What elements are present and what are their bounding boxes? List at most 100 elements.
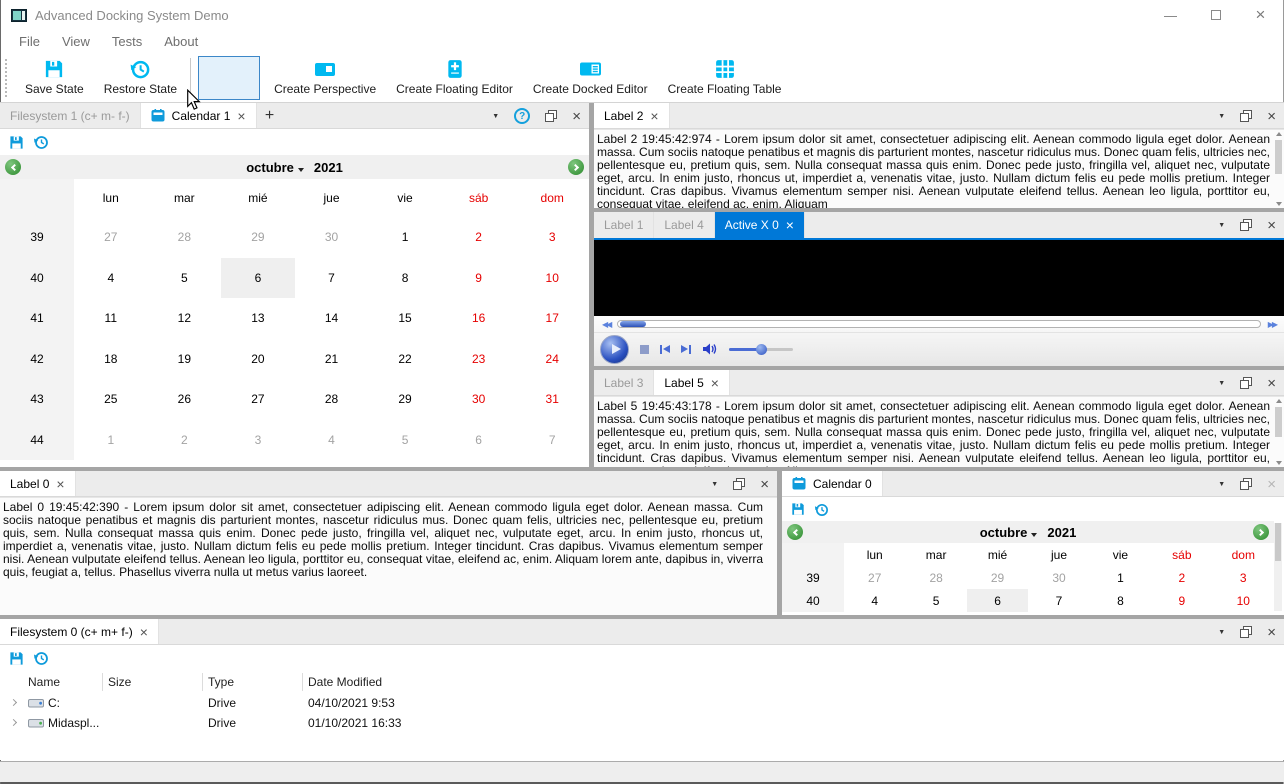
- column-size[interactable]: Size: [108, 671, 131, 693]
- save-icon[interactable]: [9, 651, 24, 666]
- seek-thumb[interactable]: [620, 321, 647, 327]
- tabs-menu-icon[interactable]: ▼: [1218, 481, 1225, 488]
- month-label[interactable]: octubre: [980, 525, 1028, 540]
- tab-label1[interactable]: Label 1: [594, 212, 655, 238]
- save-icon[interactable]: [9, 135, 24, 150]
- scroll-thumb[interactable]: [1275, 140, 1282, 174]
- create-floating-table-button[interactable]: Create Floating Table: [658, 55, 792, 101]
- calendar-day[interactable]: 11: [74, 298, 148, 339]
- calendar-day[interactable]: 5: [368, 420, 442, 461]
- next-month-button[interactable]: [568, 159, 584, 175]
- calendar-day[interactable]: 2: [148, 420, 222, 461]
- tab-label3[interactable]: Label 3: [594, 370, 655, 395]
- calendar-day[interactable]: 22: [368, 339, 442, 380]
- tabs-menu-icon[interactable]: ▼: [1218, 380, 1225, 387]
- column-type[interactable]: Type: [208, 671, 234, 693]
- perspective-combobox[interactable]: [198, 55, 261, 100]
- fast-forward-icon[interactable]: ▶▶: [1268, 320, 1278, 329]
- help-icon[interactable]: ?: [514, 108, 531, 124]
- column-name[interactable]: Name: [28, 671, 60, 693]
- add-tab-button[interactable]: +: [257, 103, 283, 128]
- scroll-up-icon[interactable]: [1276, 132, 1282, 136]
- tab-close-icon[interactable]: ×: [711, 376, 719, 390]
- tabs-menu-icon[interactable]: ▼: [1218, 222, 1225, 229]
- float-icon[interactable]: [545, 110, 558, 122]
- tab-close-icon[interactable]: ×: [650, 109, 658, 123]
- calendar-day[interactable]: 7: [295, 258, 369, 299]
- calendar-day[interactable]: 6: [442, 420, 516, 461]
- calendar-day[interactable]: 24: [515, 339, 589, 380]
- menu-view[interactable]: View: [51, 34, 101, 49]
- calendar-day[interactable]: 8: [368, 258, 442, 299]
- prev-month-button[interactable]: [787, 524, 803, 540]
- prev-month-button[interactable]: [5, 159, 21, 175]
- scroll-thumb[interactable]: [1275, 523, 1281, 561]
- calendar-day[interactable]: 10: [1213, 589, 1274, 612]
- calendar-day[interactable]: 16: [442, 298, 516, 339]
- next-month-button[interactable]: [1253, 524, 1269, 540]
- save-state-button[interactable]: Save State: [15, 55, 94, 101]
- calendar-day[interactable]: 1: [74, 420, 148, 461]
- toolbar-handle[interactable]: [5, 58, 11, 97]
- calendar-day[interactable]: 27: [221, 379, 295, 420]
- tabs-menu-icon[interactable]: ▼: [1218, 113, 1225, 120]
- calendar-day[interactable]: 27: [844, 566, 905, 589]
- calendar-day[interactable]: 29: [967, 566, 1028, 589]
- volume-thumb[interactable]: [755, 343, 767, 355]
- calendar-day[interactable]: 28: [905, 566, 966, 589]
- year-label[interactable]: 2021: [314, 160, 343, 175]
- calendar-day[interactable]: 31: [515, 379, 589, 420]
- expand-chevron-icon[interactable]: [9, 698, 18, 707]
- calendar1-title[interactable]: octubre 2021: [246, 160, 343, 175]
- panel-close-icon[interactable]: ×: [1267, 477, 1276, 492]
- scroll-thumb[interactable]: [1275, 407, 1282, 437]
- scrollbar[interactable]: [1274, 523, 1282, 611]
- scroll-up-icon[interactable]: [1276, 399, 1282, 403]
- calendar-day[interactable]: 18: [74, 339, 148, 380]
- save-icon[interactable]: [791, 502, 805, 516]
- calendar-day[interactable]: 4: [844, 589, 905, 612]
- restore-icon[interactable]: [33, 650, 49, 666]
- calendar-day[interactable]: 21: [295, 339, 369, 380]
- close-button[interactable]: ×: [1238, 0, 1283, 30]
- calendar-day[interactable]: 10: [515, 258, 589, 299]
- scroll-down-icon[interactable]: [1276, 202, 1282, 206]
- menu-about[interactable]: About: [153, 34, 209, 49]
- calendar-day[interactable]: 30: [442, 379, 516, 420]
- calendar-day[interactable]: 14: [295, 298, 369, 339]
- calendar-day[interactable]: 4: [295, 420, 369, 461]
- play-button[interactable]: [600, 334, 629, 364]
- speaker-icon[interactable]: [702, 342, 718, 356]
- calendar-day[interactable]: 6: [966, 589, 1029, 612]
- rewind-icon[interactable]: ◀◀: [602, 320, 612, 329]
- panel-close-icon[interactable]: ×: [1267, 109, 1276, 124]
- calendar-day[interactable]: 8: [1090, 589, 1151, 612]
- tab-label5[interactable]: Label 5 ×: [654, 370, 730, 395]
- calendar-day[interactable]: 3: [221, 420, 295, 461]
- tabs-menu-icon[interactable]: ▼: [711, 481, 718, 488]
- volume-slider[interactable]: [729, 343, 793, 355]
- column-date-modified[interactable]: Date Modified: [308, 671, 382, 693]
- stop-button[interactable]: [640, 344, 649, 354]
- calendar-day[interactable]: 7: [515, 420, 589, 461]
- calendar0-title[interactable]: octubre 2021: [980, 525, 1077, 540]
- calendar-day[interactable]: 5: [905, 589, 966, 612]
- calendar-day[interactable]: 3: [515, 217, 589, 258]
- panel-close-icon[interactable]: ×: [1267, 218, 1276, 233]
- calendar-day[interactable]: 4: [74, 258, 148, 299]
- calendar-day[interactable]: 19: [148, 339, 222, 380]
- maximize-button[interactable]: [1193, 0, 1238, 30]
- calendar-day[interactable]: 2: [1151, 566, 1212, 589]
- calendar-day[interactable]: 28: [295, 379, 369, 420]
- calendar-day[interactable]: 1: [1090, 566, 1151, 589]
- tab-filesystem1[interactable]: Filesystem 1 (c+ m- f-): [0, 103, 141, 128]
- table-row[interactable]: Midaspl... Drive 01/10/2021 16:33: [0, 713, 1284, 733]
- calendar-day[interactable]: 6: [221, 257, 295, 298]
- year-label[interactable]: 2021: [1047, 525, 1076, 540]
- float-icon[interactable]: [1240, 478, 1253, 490]
- previous-button[interactable]: [660, 344, 670, 354]
- calendar-day[interactable]: 23: [442, 339, 516, 380]
- calendar-day[interactable]: 25: [74, 379, 148, 420]
- panel-close-icon[interactable]: ×: [1267, 376, 1276, 391]
- tab-calendar0[interactable]: Calendar 0: [782, 471, 883, 496]
